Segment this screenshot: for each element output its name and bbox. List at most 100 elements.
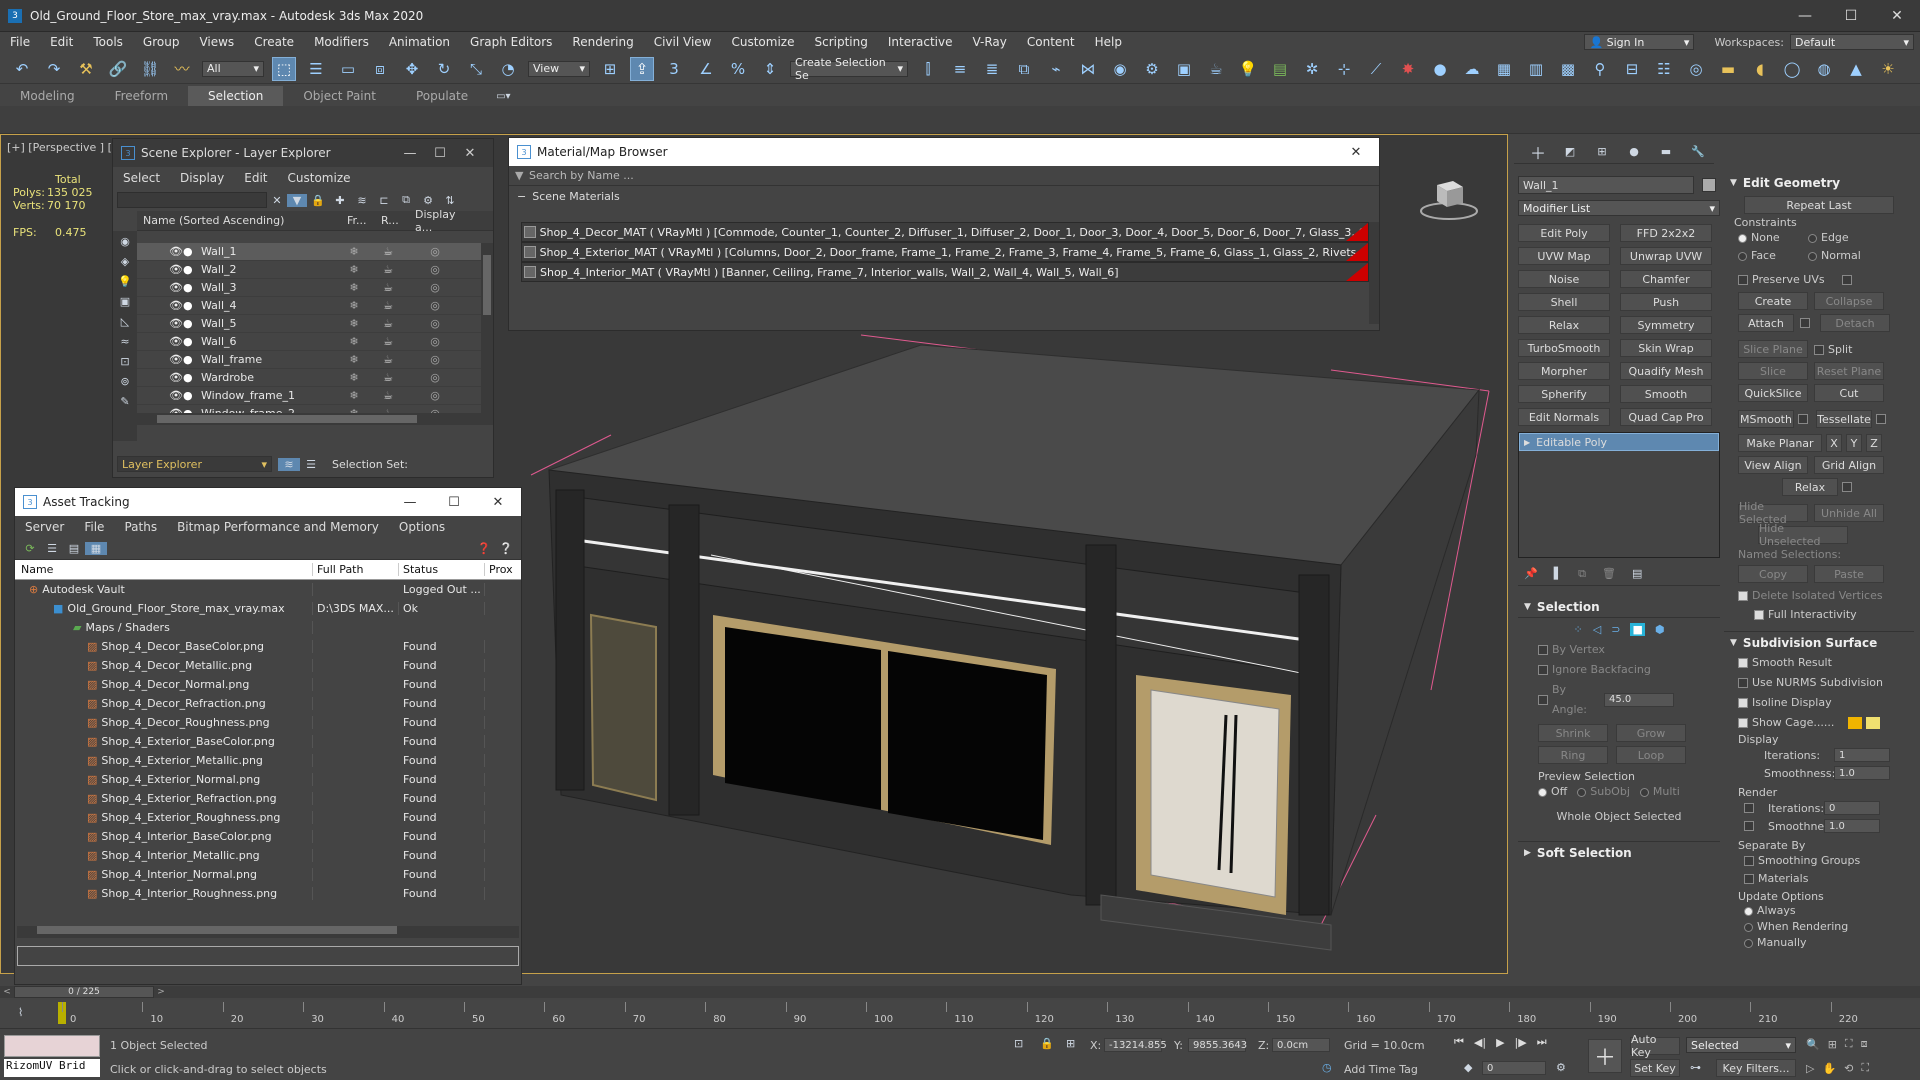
layer-row[interactable]: 👁 ● Wall_frame ❄ ☕ ◎ (137, 351, 481, 369)
menu-display[interactable]: Display (180, 171, 224, 185)
visibility-icon[interactable]: 👁 (169, 299, 183, 312)
list-view-icon[interactable]: ☰ (41, 542, 63, 555)
menu-rendering[interactable]: Rendering (562, 35, 643, 49)
previous-frame-icon[interactable]: < (0, 987, 14, 997)
smooth-result-checkbox[interactable]: Smooth Result (1738, 653, 1914, 673)
column-proxy[interactable]: Prox (485, 563, 515, 576)
freeze-icon[interactable]: ❄ (337, 317, 371, 330)
vray-frame-buffer-icon[interactable]: ▤ (1268, 57, 1292, 81)
close-button[interactable]: ✕ (1341, 145, 1371, 160)
curve-editor-icon[interactable]: ⌇ (18, 1006, 23, 1019)
selection-set-icon[interactable]: ☰ (300, 458, 322, 471)
time-config-icon[interactable]: ⚙ (1556, 1061, 1566, 1074)
previous-key-icon[interactable]: ◀| (1474, 1036, 1486, 1049)
modifier-button-ffd-2x2x2[interactable]: FFD 2x2x2 (1620, 224, 1712, 242)
column-freeze[interactable]: Fr... (347, 214, 381, 227)
mirror-icon[interactable]: ⫿ (916, 57, 940, 81)
time-slider-thumb[interactable]: 0 / 225 (14, 986, 154, 998)
cone-icon[interactable]: ▲ (1844, 57, 1868, 81)
freeze-icon[interactable]: ❄ (337, 245, 371, 258)
ring-button[interactable]: Ring (1538, 746, 1608, 764)
renderable-icon[interactable]: ☕ (371, 371, 405, 384)
renderable-icon[interactable]: ☕ (371, 245, 405, 258)
unlink-icon[interactable]: ⛓ (138, 57, 162, 81)
material-editor-icon[interactable]: ◉ (1108, 57, 1132, 81)
renderable-icon[interactable]: ☕ (371, 353, 405, 366)
utilities-tab-icon[interactable]: 🔧 (1682, 145, 1714, 158)
add-time-tag[interactable]: Add Time Tag (1344, 1063, 1418, 1076)
modifier-button-skin-wrap[interactable]: Skin Wrap (1620, 339, 1712, 357)
minimize-button[interactable]: — (395, 146, 425, 161)
select-manipulate-icon[interactable]: ⇪ (630, 56, 654, 81)
key-mode-dropdown[interactable]: Selected ▾ (1686, 1037, 1796, 1053)
spinner-snap-icon[interactable]: ⇕ (758, 57, 782, 81)
modifier-button-chamfer[interactable]: Chamfer (1620, 270, 1712, 288)
render-dot-icon[interactable]: ● (183, 353, 195, 366)
border-icon[interactable]: ⊃ (1611, 623, 1620, 636)
asset-row[interactable]: ▨ Shop_4_Exterior_BaseColor.png Found (15, 732, 521, 751)
camera-filter-icon[interactable]: ▣ (113, 291, 137, 311)
lock-icon[interactable]: 🔒 (307, 194, 329, 207)
go-to-start-icon[interactable]: ⏮ (1454, 1035, 1464, 1049)
named-selection-set-dropdown[interactable]: Create Selection Se ▾ (790, 56, 908, 82)
table-view-icon[interactable]: ▦ (85, 542, 107, 555)
smoothing-groups-checkbox[interactable]: Smoothing Groups (1744, 852, 1914, 870)
zoom-extents-icon[interactable]: ⛶ (1845, 1037, 1853, 1051)
menu-interactive[interactable]: Interactive (878, 35, 963, 49)
viewport-label[interactable]: [+] [Perspective ] [St (7, 141, 123, 154)
isoline-display-checkbox[interactable]: Isoline Display (1738, 693, 1914, 713)
object-color-swatch[interactable] (1702, 178, 1716, 192)
vault-help-icon[interactable]: ❔ (495, 542, 517, 555)
freeze-icon[interactable]: ❄ (337, 299, 371, 312)
menu-edit[interactable]: Edit (40, 35, 83, 49)
soft-selection-rollout-header[interactable]: ▶ Soft Selection (1518, 841, 1720, 863)
expand-icon[interactable]: ▶ (1524, 438, 1530, 447)
key-filters-button[interactable]: Key Filters... (1716, 1059, 1796, 1077)
freeze-icon[interactable]: ❄ (337, 353, 371, 366)
menu-v-ray[interactable]: V-Ray (963, 35, 1017, 49)
planar-z-button[interactable]: Z (1866, 434, 1882, 452)
constraint-normal-radio[interactable]: Normal (1808, 247, 1878, 265)
workspace-dropdown[interactable]: Default ▾ (1790, 34, 1914, 50)
column-full-path[interactable]: Full Path (313, 563, 399, 576)
maxscript-input[interactable]: RizomUV Brid (4, 1059, 100, 1077)
modifier-button-morpher[interactable]: Morpher (1518, 362, 1610, 380)
vray-plane-icon[interactable]: ⊹ (1332, 57, 1356, 81)
current-frame-field[interactable]: 0 (1482, 1061, 1546, 1075)
collapse-icon[interactable]: − (517, 190, 526, 203)
menu-animation[interactable]: Animation (379, 35, 460, 49)
material-scrollbar[interactable] (1369, 222, 1379, 324)
explorer-type-dropdown[interactable]: Layer Explorer ▾ (117, 456, 272, 472)
material-row[interactable]: Shop_4_Exterior_MAT ( VRayMtl ) [Columns… (521, 242, 1369, 262)
vray-proxy-icon[interactable]: ⟋ (1364, 57, 1388, 81)
auto-key-button[interactable]: Auto Key (1630, 1033, 1680, 1059)
slice-button[interactable]: Slice (1738, 362, 1808, 380)
column-display[interactable]: Display a... (415, 208, 475, 234)
asset-row[interactable]: ▨ Shop_4_Exterior_Refraction.png Found (15, 789, 521, 808)
vray-fog-icon[interactable]: ▩ (1556, 57, 1580, 81)
close-button[interactable]: ✕ (455, 146, 485, 161)
spacewarp-filter-icon[interactable]: ≈ (113, 331, 137, 351)
next-key-icon[interactable]: |▶ (1515, 1036, 1527, 1049)
slice-plane-button[interactable]: Slice Plane (1738, 340, 1808, 358)
preserve-uvs-settings-icon[interactable] (1842, 274, 1852, 285)
attach-list-icon[interactable] (1800, 318, 1810, 328)
visibility-icon[interactable]: 👁 (169, 335, 183, 348)
modifier-button-edit-poly[interactable]: Edit Poly (1518, 224, 1610, 242)
relax-button[interactable]: Relax (1782, 478, 1838, 496)
asset-row[interactable]: ▨ Shop_4_Interior_Metallic.png Found (15, 846, 521, 865)
layer-row[interactable]: 👁 ● Wall_6 ❄ ☕ ◎ (137, 333, 481, 351)
z-coordinate-field[interactable]: 0.0cm (1272, 1038, 1330, 1052)
display-tab-icon[interactable]: ▬ (1650, 145, 1682, 158)
visibility-icon[interactable]: 👁 (169, 371, 183, 384)
zoom-extents-all-icon[interactable]: ⧈ (1861, 1037, 1868, 1051)
layer-row[interactable]: 👁 ● Wall_5 ❄ ☕ ◎ (137, 315, 481, 333)
msmooth-settings-icon[interactable] (1798, 414, 1808, 424)
percent-snap-icon[interactable]: % (726, 57, 750, 81)
quickslice-button[interactable]: QuickSlice (1738, 384, 1808, 402)
render-dot-icon[interactable]: ● (183, 263, 195, 276)
preserve-uvs-checkbox[interactable]: Preserve UVs (1724, 273, 1914, 286)
display-as-box-icon[interactable]: ◎ (405, 245, 465, 258)
align-icon[interactable]: ≡ (948, 57, 972, 81)
modifier-button-relax[interactable]: Relax (1518, 316, 1610, 334)
